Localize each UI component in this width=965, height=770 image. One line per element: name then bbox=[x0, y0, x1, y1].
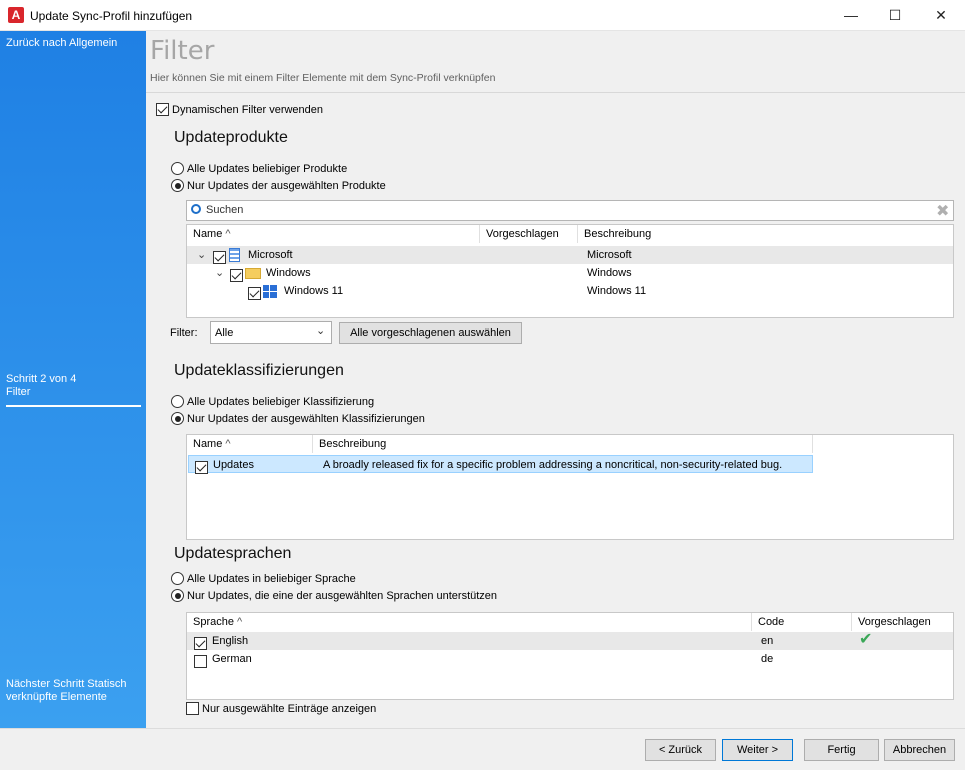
checkbox-icon[interactable] bbox=[194, 654, 207, 668]
languages-heading: Updatesprachen bbox=[174, 545, 292, 562]
tree-row-windows-11[interactable]: Windows 11 Windows 11 bbox=[187, 282, 953, 300]
radio-all-products[interactable]: Alle Updates beliebiger Produkte bbox=[171, 162, 347, 175]
header-divider bbox=[146, 92, 965, 93]
cancel-button[interactable]: Abbrechen bbox=[884, 739, 955, 761]
windows-logo-icon bbox=[263, 285, 277, 298]
select-suggested-button[interactable]: Alle vorgeschlagenen auswählen bbox=[339, 322, 522, 344]
app-icon: A bbox=[8, 7, 24, 23]
radio-icon[interactable] bbox=[171, 589, 184, 602]
column-header-name[interactable]: Name ^ bbox=[187, 225, 480, 243]
classifications-list: Name ^ Beschreibung Updates A broadly re… bbox=[186, 434, 954, 540]
radio-icon[interactable] bbox=[171, 572, 184, 585]
show-selected-only-checkbox[interactable]: Nur ausgewählte Einträge anzeigen bbox=[186, 702, 376, 715]
building-icon bbox=[229, 248, 240, 262]
radio-selected-classifications[interactable]: Nur Updates der ausgewählten Klassifizie… bbox=[171, 412, 425, 425]
search-input[interactable]: Suchen bbox=[206, 204, 243, 216]
suggested-check-icon: ✔ bbox=[859, 631, 873, 648]
chevron-down-icon[interactable]: ⌄ bbox=[197, 246, 206, 264]
filter-dropdown[interactable]: Alle ⌄ bbox=[210, 321, 332, 344]
radio-icon[interactable] bbox=[171, 162, 184, 175]
products-tree: Name ^ Vorgeschlagen Beschreibung ⌄ Micr… bbox=[186, 224, 954, 318]
checkbox-icon[interactable] bbox=[186, 702, 199, 715]
column-header-description[interactable]: Beschreibung bbox=[578, 225, 953, 243]
search-icon bbox=[191, 204, 201, 214]
folder-icon bbox=[245, 268, 261, 279]
finish-button[interactable]: Fertig bbox=[804, 739, 879, 761]
language-row-english[interactable]: English en ✔ bbox=[187, 631, 953, 650]
column-header-language[interactable]: Sprache ^ bbox=[187, 613, 752, 631]
clear-search-icon[interactable]: ✖ bbox=[936, 201, 949, 221]
column-header-suggested[interactable]: Vorgeschlagen bbox=[480, 225, 578, 243]
radio-icon[interactable] bbox=[171, 179, 184, 192]
product-search-box[interactable]: Suchen ✖ bbox=[186, 200, 954, 221]
footer-bar: < Zurück Weiter > Fertig Abbrechen bbox=[0, 728, 965, 770]
minimize-button[interactable]: — bbox=[828, 0, 874, 31]
radio-icon[interactable] bbox=[171, 395, 184, 408]
languages-list: Sprache ^ Code Vorgeschlagen English en … bbox=[186, 612, 954, 700]
step-name: Filter bbox=[6, 386, 31, 398]
chevron-down-icon[interactable]: ⌄ bbox=[215, 264, 224, 282]
back-to-general-link[interactable]: Zurück nach Allgemein bbox=[6, 37, 136, 50]
checkbox-icon[interactable] bbox=[248, 286, 261, 300]
dynamic-filter-checkbox[interactable]: Dynamischen Filter verwenden bbox=[156, 103, 323, 116]
next-button[interactable]: Weiter > bbox=[722, 739, 793, 761]
radio-all-languages[interactable]: Alle Updates in beliebiger Sprache bbox=[171, 572, 356, 585]
close-button[interactable]: ✕ bbox=[918, 0, 964, 31]
main-panel: Filter Hier können Sie mit einem Filter … bbox=[146, 31, 965, 728]
back-button[interactable]: < Zurück bbox=[645, 739, 716, 761]
column-header-name[interactable]: Name ^ bbox=[187, 435, 313, 453]
radio-selected-languages[interactable]: Nur Updates, die eine der ausgewählten S… bbox=[171, 589, 497, 602]
window-title: Update Sync-Profil hinzufügen bbox=[30, 9, 193, 23]
maximize-button[interactable]: ☐ bbox=[872, 0, 918, 31]
classification-row-updates[interactable]: Updates A broadly released fix for a spe… bbox=[188, 455, 813, 474]
classifications-heading: Updateklassifizierungen bbox=[174, 362, 344, 379]
radio-selected-products[interactable]: Nur Updates der ausgewählten Produkte bbox=[171, 179, 386, 192]
page-title: Filter bbox=[150, 36, 215, 66]
checkbox-icon[interactable] bbox=[213, 250, 226, 264]
checkbox-icon[interactable] bbox=[194, 636, 207, 650]
column-header-suggested[interactable]: Vorgeschlagen bbox=[852, 613, 953, 631]
checkbox-icon[interactable] bbox=[195, 460, 208, 474]
filter-label: Filter: bbox=[170, 327, 198, 339]
column-header-description[interactable]: Beschreibung bbox=[313, 435, 813, 453]
checkbox-icon[interactable] bbox=[230, 268, 243, 282]
step-counter: Schritt 2 von 4 bbox=[6, 373, 77, 385]
radio-icon[interactable] bbox=[171, 412, 184, 425]
page-subtitle: Hier können Sie mit einem Filter Element… bbox=[150, 72, 496, 84]
checkbox-icon[interactable] bbox=[156, 103, 169, 116]
wizard-sidebar: Zurück nach Allgemein Schritt 2 von 4 Fi… bbox=[0, 31, 146, 728]
radio-all-classifications[interactable]: Alle Updates beliebiger Klassifizierung bbox=[171, 395, 374, 408]
tree-row-microsoft[interactable]: ⌄ Microsoft Microsoft bbox=[187, 246, 953, 264]
title-bar: A Update Sync-Profil hinzufügen — ☐ ✕ bbox=[0, 0, 965, 31]
tree-row-windows[interactable]: ⌄ Windows Windows bbox=[187, 264, 953, 282]
products-heading: Updateprodukte bbox=[174, 129, 288, 146]
language-row-german[interactable]: German de bbox=[187, 650, 953, 668]
current-step: Schritt 2 von 4 Filter bbox=[6, 373, 141, 407]
column-header-code[interactable]: Code bbox=[752, 613, 852, 631]
next-step-link[interactable]: Nächster Schritt Statisch verknüpfte Ele… bbox=[6, 678, 136, 704]
chevron-down-icon: ⌄ bbox=[316, 325, 326, 337]
